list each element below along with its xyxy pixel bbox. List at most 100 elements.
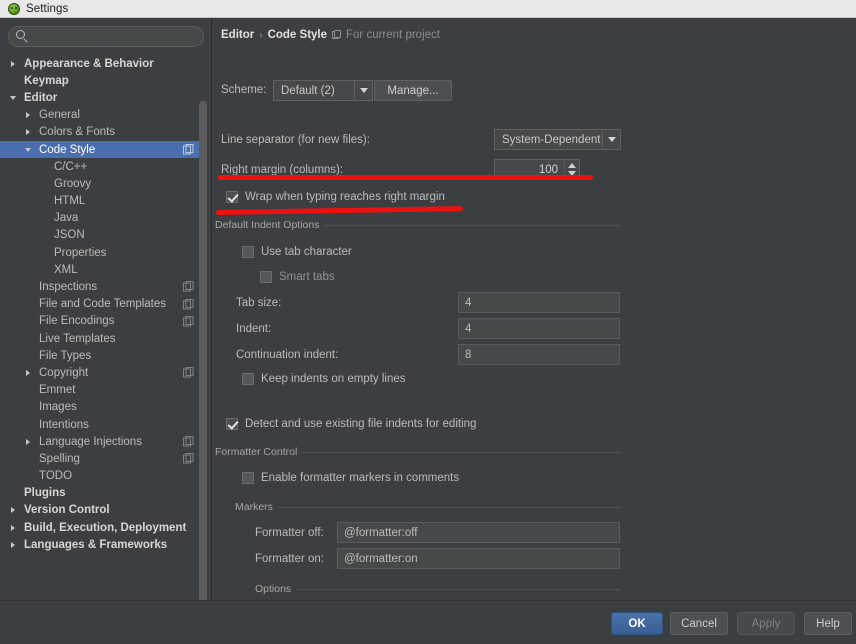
indent-value: 4: [465, 323, 471, 335]
sidebar-item-plugins[interactable]: Plugins: [0, 485, 202, 502]
chevron-right-icon[interactable]: [23, 368, 33, 378]
section-divider: [255, 589, 620, 590]
checkbox-box: [242, 472, 254, 484]
copy-icon: [183, 367, 194, 378]
window-title-bar: Settings: [0, 0, 856, 18]
wrap-when-typing-checkbox[interactable]: Wrap when typing reaches right margin: [226, 191, 445, 203]
smart-tabs-checkbox[interactable]: Smart tabs: [260, 271, 335, 283]
chevron-down-icon[interactable]: [602, 130, 620, 149]
line-separator-value: System-Dependent: [495, 134, 602, 146]
chevron-right-icon[interactable]: [8, 540, 18, 550]
chevron-right-icon[interactable]: [23, 127, 33, 137]
manage-button[interactable]: Manage...: [374, 80, 452, 101]
breadcrumb: Editor › Code Style For current project: [221, 29, 440, 41]
chevron-right-icon[interactable]: [8, 505, 18, 515]
search-input[interactable]: [8, 26, 204, 47]
detect-indents-checkbox[interactable]: Detect and use existing file indents for…: [226, 418, 476, 430]
sidebar-item-general[interactable]: General: [0, 107, 202, 124]
formatter-on-input[interactable]: @formatter:on: [337, 548, 620, 569]
sidebar-item-label: File Types: [39, 350, 91, 362]
sidebar-item-json[interactable]: JSON: [0, 227, 202, 244]
sidebar-item-todo[interactable]: TODO: [0, 468, 202, 485]
sidebar-item-c-c[interactable]: C/C++: [0, 158, 202, 175]
formatter-off-label: Formatter off:: [255, 527, 324, 539]
sidebar-item-label: C/C++: [54, 161, 87, 173]
line-separator-label: Line separator (for new files):: [221, 134, 370, 146]
sidebar-item-xml[interactable]: XML: [0, 261, 202, 278]
chevron-right-icon[interactable]: [8, 523, 18, 533]
section-divider: [235, 507, 620, 508]
sidebar-item-build-execution-deployment[interactable]: Build, Execution, Deployment: [0, 519, 202, 536]
sidebar-item-editor[interactable]: Editor: [0, 89, 202, 106]
keep-indents-checkbox[interactable]: Keep indents on empty lines: [242, 373, 405, 385]
sidebar-item-keymap[interactable]: Keymap: [0, 72, 202, 89]
sidebar-item-java[interactable]: Java: [0, 210, 202, 227]
sidebar-item-code-style[interactable]: Code Style: [0, 141, 202, 158]
settings-tree[interactable]: Appearance & Behavior Keymap Editor General…: [0, 55, 202, 600]
sidebar-item-label: Keymap: [24, 75, 69, 87]
sidebar-item-label: Language Injections: [39, 436, 142, 448]
formatter-on-value: @formatter:on: [344, 553, 418, 565]
window-title: Settings: [26, 3, 68, 15]
sidebar-item-html[interactable]: HTML: [0, 193, 202, 210]
sidebar-item-file-encodings[interactable]: File Encodings: [0, 313, 202, 330]
help-button-label: Help: [816, 618, 840, 630]
chevron-down-icon[interactable]: [354, 81, 372, 100]
sidebar-item-label: File Encodings: [39, 315, 114, 327]
checkbox-box: [242, 373, 254, 385]
sidebar-item-label: Live Templates: [39, 333, 116, 345]
sidebar-item-label: File and Code Templates: [39, 298, 166, 310]
chevron-right-icon[interactable]: [8, 59, 18, 69]
use-tab-character-checkbox[interactable]: Use tab character: [242, 246, 352, 258]
sidebar-item-label: Emmet: [39, 384, 75, 396]
continuation-indent-label: Continuation indent:: [236, 349, 338, 361]
sidebar-scrollbar-track[interactable]: [201, 58, 209, 598]
right-margin-value: 100: [495, 164, 564, 176]
formatter-off-input[interactable]: @formatter:off: [337, 522, 620, 543]
sidebar-item-properties[interactable]: Properties: [0, 244, 202, 261]
line-separator-combobox[interactable]: System-Dependent: [494, 129, 621, 150]
stepper-up-icon[interactable]: [568, 163, 576, 168]
scheme-label: Scheme:: [221, 84, 266, 96]
settings-dialog: Appearance & Behavior Keymap Editor General…: [0, 18, 856, 644]
sidebar-item-label: Inspections: [39, 281, 97, 293]
sidebar-item-label: Editor: [24, 92, 57, 104]
keep-indents-label: Keep indents on empty lines: [261, 373, 405, 385]
sidebar-item-emmet[interactable]: Emmet: [0, 382, 202, 399]
help-button[interactable]: Help: [804, 612, 852, 635]
chevron-right-icon[interactable]: [23, 110, 33, 120]
sidebar-item-appearance-behavior[interactable]: Appearance & Behavior: [0, 55, 202, 72]
cancel-button[interactable]: Cancel: [670, 612, 728, 635]
sidebar-item-spelling[interactable]: Spelling: [0, 450, 202, 467]
sidebar-item-version-control[interactable]: Version Control: [0, 502, 202, 519]
continuation-indent-input[interactable]: 8: [458, 344, 620, 365]
sidebar-item-intentions[interactable]: Intentions: [0, 416, 202, 433]
dialog-footer: OK Cancel Apply Help: [0, 600, 856, 644]
enable-formatter-markers-checkbox[interactable]: Enable formatter markers in comments: [242, 472, 459, 484]
sidebar-item-images[interactable]: Images: [0, 399, 202, 416]
wrap-when-typing-label: Wrap when typing reaches right margin: [245, 191, 445, 203]
sidebar-item-language-injections[interactable]: Language Injections: [0, 433, 202, 450]
sidebar-item-languages-frameworks[interactable]: Languages & Frameworks: [0, 536, 202, 553]
sidebar-item-file-types[interactable]: File Types: [0, 347, 202, 364]
sidebar-item-live-templates[interactable]: Live Templates: [0, 330, 202, 347]
sidebar-item-inspections[interactable]: Inspections: [0, 278, 202, 295]
indent-input[interactable]: 4: [458, 318, 620, 339]
sidebar-item-label: Colors & Fonts: [39, 126, 115, 138]
sidebar-item-colors-fonts[interactable]: Colors & Fonts: [0, 124, 202, 141]
tab-size-input[interactable]: 4: [458, 292, 620, 313]
chevron-down-icon[interactable]: [8, 93, 18, 103]
copy-icon: [183, 281, 194, 292]
breadcrumb-separator: ›: [259, 30, 262, 41]
ok-button[interactable]: OK: [611, 612, 663, 635]
chevron-right-icon[interactable]: [23, 437, 33, 447]
detect-indents-label: Detect and use existing file indents for…: [245, 418, 476, 430]
sidebar-item-copyright[interactable]: Copyright: [0, 364, 202, 381]
chevron-down-icon[interactable]: [23, 145, 33, 155]
annotation-underline-right-margin: [218, 175, 593, 180]
copy-icon: [183, 436, 194, 447]
scheme-combobox[interactable]: Default (2): [273, 80, 373, 101]
sidebar-item-groovy[interactable]: Groovy: [0, 175, 202, 192]
sidebar-item-file-and-code-templates[interactable]: File and Code Templates: [0, 296, 202, 313]
sidebar-scrollbar-thumb[interactable]: [199, 101, 207, 600]
